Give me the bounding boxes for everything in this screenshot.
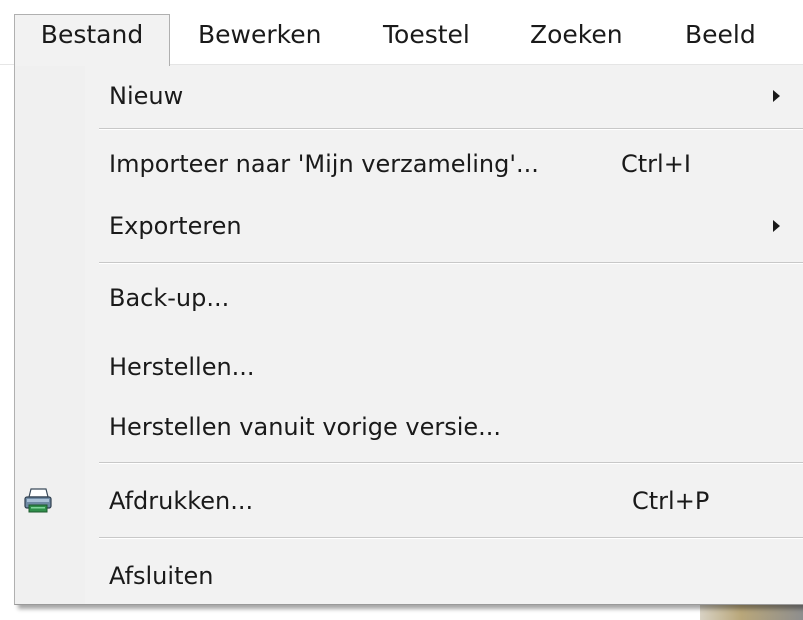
menu-bestand[interactable]: Bestand — [14, 14, 170, 66]
menu-item-shortcut: Ctrl+I — [621, 150, 691, 178]
menu-item-afsluiten[interactable]: Afsluiten — [15, 550, 803, 602]
bestand-dropdown-menu: Nieuw Importeer naar 'Mijn verzameling'.… — [14, 65, 803, 605]
menu-item-label: Importeer naar 'Mijn verzameling'... — [109, 150, 539, 178]
application-window: Bestand Bewerken Toestel Zoeken Beeld Ni… — [0, 0, 803, 620]
menu-item-shortcut: Ctrl+P — [632, 487, 710, 515]
menu-beeld[interactable]: Beeld — [685, 16, 756, 64]
menu-toestel[interactable]: Toestel — [383, 16, 470, 64]
menu-item-afdrukken[interactable]: Afdrukken... Ctrl+P — [15, 475, 803, 527]
menu-bewerken[interactable]: Bewerken — [198, 16, 321, 64]
submenu-arrow-icon — [773, 90, 780, 102]
menu-item-label: Herstellen... — [109, 353, 255, 381]
menu-zoeken[interactable]: Zoeken — [530, 16, 623, 64]
menu-item-herstellen-vorige-versie[interactable]: Herstellen vanuit vorige versie... — [15, 401, 803, 453]
menu-item-label: Herstellen vanuit vorige versie... — [109, 413, 502, 441]
printer-icon — [24, 488, 52, 513]
menu-separator — [99, 128, 803, 130]
menu-item-label: Afsluiten — [109, 562, 214, 590]
menu-item-label: Nieuw — [109, 82, 184, 110]
menu-separator — [99, 462, 803, 464]
menu-item-importeer[interactable]: Importeer naar 'Mijn verzameling'... Ctr… — [15, 138, 803, 190]
menu-separator — [99, 262, 803, 264]
menu-item-herstellen[interactable]: Herstellen... — [15, 341, 803, 393]
menu-item-label: Exporteren — [109, 212, 242, 240]
menu-item-nieuw[interactable]: Nieuw — [15, 70, 803, 122]
menu-item-exporteren[interactable]: Exporteren — [15, 200, 803, 252]
menu-item-label: Back-up... — [109, 284, 230, 312]
menu-item-back-up[interactable]: Back-up... — [15, 272, 803, 324]
submenu-arrow-icon — [773, 220, 780, 232]
menu-separator — [99, 537, 803, 539]
menu-bar: Bestand Bewerken Toestel Zoeken Beeld — [0, 0, 803, 66]
menu-item-label: Afdrukken... — [109, 487, 254, 515]
background-window-fragment — [700, 605, 803, 620]
